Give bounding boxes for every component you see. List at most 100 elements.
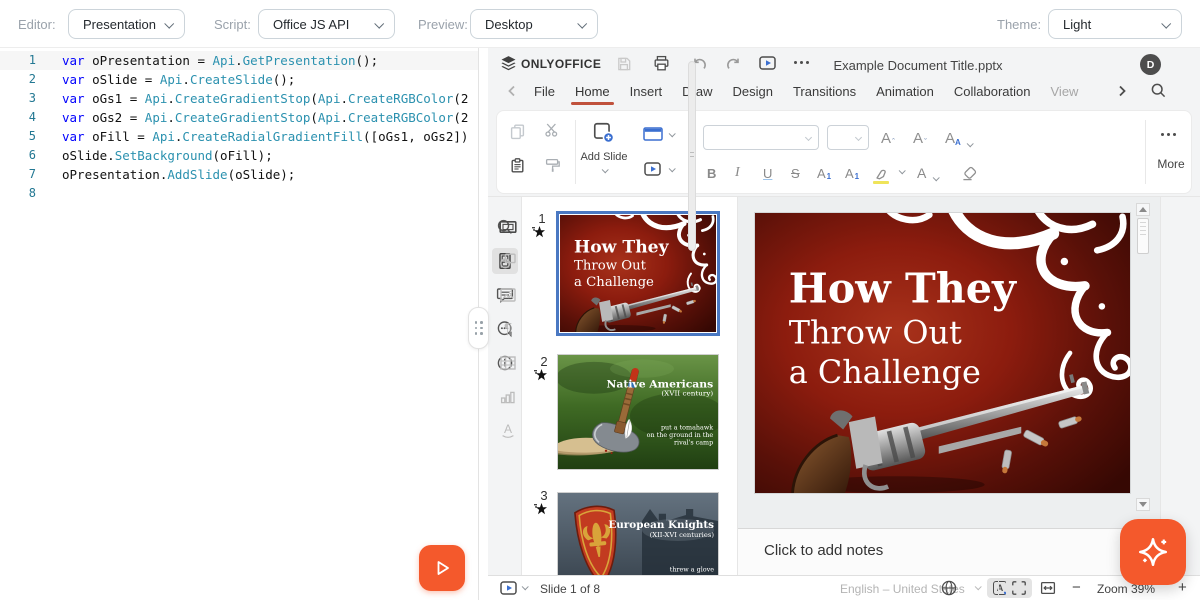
tabs-scroll-left-button[interactable]: [506, 84, 518, 98]
code-text: var oGs2 = Api.CreateGradientStop(Api.Cr…: [36, 108, 468, 127]
animation-star-icon: [534, 368, 548, 382]
start-slideshow-button[interactable]: [759, 56, 776, 70]
line-number: 6: [0, 146, 36, 165]
preview-select[interactable]: Desktop: [470, 9, 598, 39]
theme-select[interactable]: Light: [1048, 9, 1182, 39]
bold-button[interactable]: B: [707, 161, 716, 181]
chevron-down-icon[interactable]: [669, 130, 676, 137]
line-number: 4: [0, 108, 36, 127]
code-line[interactable]: 7oPresentation.AddSlide(oSlide);: [0, 165, 478, 184]
svg-text:on the ground in the: on the ground in the: [647, 432, 714, 439]
tab-animation[interactable]: Animation: [866, 79, 944, 105]
change-case-button[interactable]: AA: [945, 125, 972, 147]
preview-slideshow-button[interactable]: [644, 162, 661, 176]
save-button[interactable]: [616, 56, 632, 72]
tab-file[interactable]: File: [524, 79, 565, 105]
textart-settings-button[interactable]: A: [499, 422, 517, 440]
underline-button[interactable]: U: [763, 161, 772, 181]
tabs-scroll-right-button[interactable]: [1116, 84, 1128, 98]
decrease-font-button[interactable]: Aˇ: [913, 125, 927, 147]
tab-design[interactable]: Design: [723, 79, 783, 105]
cut-button[interactable]: [543, 121, 560, 138]
clear-style-button[interactable]: [961, 161, 978, 181]
thumbnails-scrollbar[interactable]: [688, 61, 696, 251]
scroll-down-button[interactable]: [1136, 498, 1150, 511]
splitter-handle[interactable]: [468, 307, 489, 349]
slide-number: 3: [536, 488, 552, 503]
notes-area[interactable]: Click to add notes: [738, 528, 1160, 575]
copy-style-button[interactable]: [544, 157, 561, 174]
slide-thumbnail-3[interactable]: European Knights (XII-XVI centuries) thr…: [557, 492, 719, 575]
paragraph-settings-button[interactable]: ¶: [499, 320, 517, 338]
toolbar-more-button[interactable]: More: [1149, 111, 1193, 195]
ai-assistant-button[interactable]: [1120, 519, 1186, 585]
code-line[interactable]: 5var oFill = Api.CreateRadialGradientFil…: [0, 127, 478, 146]
redo-button[interactable]: [726, 56, 742, 72]
code-editor[interactable]: 1var oPresentation = Api.GetPresentation…: [0, 48, 478, 600]
line-number: 3: [0, 89, 36, 108]
change-layout-button[interactable]: [643, 127, 663, 141]
add-slide-icon: [592, 121, 614, 143]
tab-collaboration[interactable]: Collaboration: [944, 79, 1041, 105]
italic-button[interactable]: I: [735, 161, 740, 181]
code-line[interactable]: 8: [0, 184, 478, 203]
fit-to-slide-button[interactable]: [1006, 578, 1032, 598]
tab-draw[interactable]: Draw: [672, 79, 722, 105]
vertical-scrollbar-thumb[interactable]: [1137, 218, 1149, 254]
tab-view[interactable]: View: [1041, 79, 1089, 105]
line-number: 8: [0, 184, 36, 203]
more-actions-button[interactable]: [794, 61, 809, 64]
scroll-up-button[interactable]: [1136, 203, 1150, 216]
code-line[interactable]: 1var oPresentation = Api.GetPresentation…: [0, 51, 478, 70]
image-settings-button[interactable]: [499, 286, 517, 304]
font-color-button[interactable]: A: [917, 161, 938, 181]
search-button[interactable]: [1150, 82, 1167, 99]
fit-to-width-button[interactable]: [1040, 580, 1056, 596]
add-slide-label[interactable]: Add Slide: [579, 151, 629, 177]
run-button[interactable]: [419, 545, 465, 591]
zoom-in-button[interactable]: +: [1178, 579, 1187, 596]
code-line[interactable]: 2var oSlide = Api.CreateSlide();: [0, 70, 478, 89]
textart-settings-icon: A: [499, 422, 517, 440]
font-size-select[interactable]: [827, 125, 869, 150]
set-language-button[interactable]: [940, 579, 958, 597]
code-text: var oGs1 = Api.CreateGradientStop(Api.Cr…: [36, 89, 468, 108]
chevron-down-icon[interactable]: [522, 583, 529, 590]
avatar[interactable]: D: [1140, 54, 1161, 75]
superscript-button[interactable]: A1: [817, 161, 831, 181]
tab-insert[interactable]: Insert: [620, 79, 673, 105]
print-button[interactable]: [653, 55, 670, 72]
statusbar-slideshow-button[interactable]: [500, 581, 517, 595]
chart-settings-button[interactable]: [499, 388, 517, 406]
paste-button[interactable]: [509, 157, 526, 174]
tab-transitions[interactable]: Transitions: [783, 79, 866, 105]
slideshow-icon: [644, 162, 661, 176]
increase-font-button[interactable]: Aˆ: [881, 125, 895, 147]
preview-label: Preview:: [418, 17, 468, 32]
subscript-button[interactable]: A1: [845, 161, 859, 181]
code-line[interactable]: 6oSlide.SetBackground(oFill);: [0, 146, 478, 165]
script-select[interactable]: Office JS API: [258, 9, 395, 39]
statusbar: Slide 1 of 8 English – United States A✓: [488, 575, 1200, 600]
chevron-down-icon[interactable]: [899, 167, 906, 174]
editor-select[interactable]: Presentation: [68, 9, 185, 39]
toolbar-divider: [1145, 120, 1146, 184]
tab-home[interactable]: Home: [565, 79, 620, 105]
code-line[interactable]: 3var oGs1 = Api.CreateGradientStop(Api.C…: [0, 89, 478, 108]
slide-thumbnail-2[interactable]: Native Americans (XVII century) put a to…: [557, 354, 719, 470]
chevron-down-icon[interactable]: [669, 165, 676, 172]
svg-text:Throw Out: Throw Out: [574, 259, 647, 274]
copy-button[interactable]: [509, 123, 526, 140]
table-settings-button[interactable]: [499, 354, 517, 372]
font-name-select[interactable]: [703, 125, 819, 150]
svg-text:a Challenge: a Challenge: [574, 275, 654, 290]
code-line[interactable]: 4var oGs2 = Api.CreateGradientStop(Api.C…: [0, 108, 478, 127]
add-slide-button[interactable]: [592, 121, 614, 143]
strikethrough-button[interactable]: S: [791, 161, 800, 181]
shape-settings-button[interactable]: [499, 252, 517, 270]
slide-settings-button[interactable]: [499, 218, 517, 236]
zoom-out-button[interactable]: −: [1072, 579, 1081, 596]
chevron-down-icon[interactable]: [975, 583, 982, 590]
slide-canvas[interactable]: How They Throw Out a Challenge: [755, 213, 1130, 493]
highlight-color-button[interactable]: [873, 161, 890, 181]
